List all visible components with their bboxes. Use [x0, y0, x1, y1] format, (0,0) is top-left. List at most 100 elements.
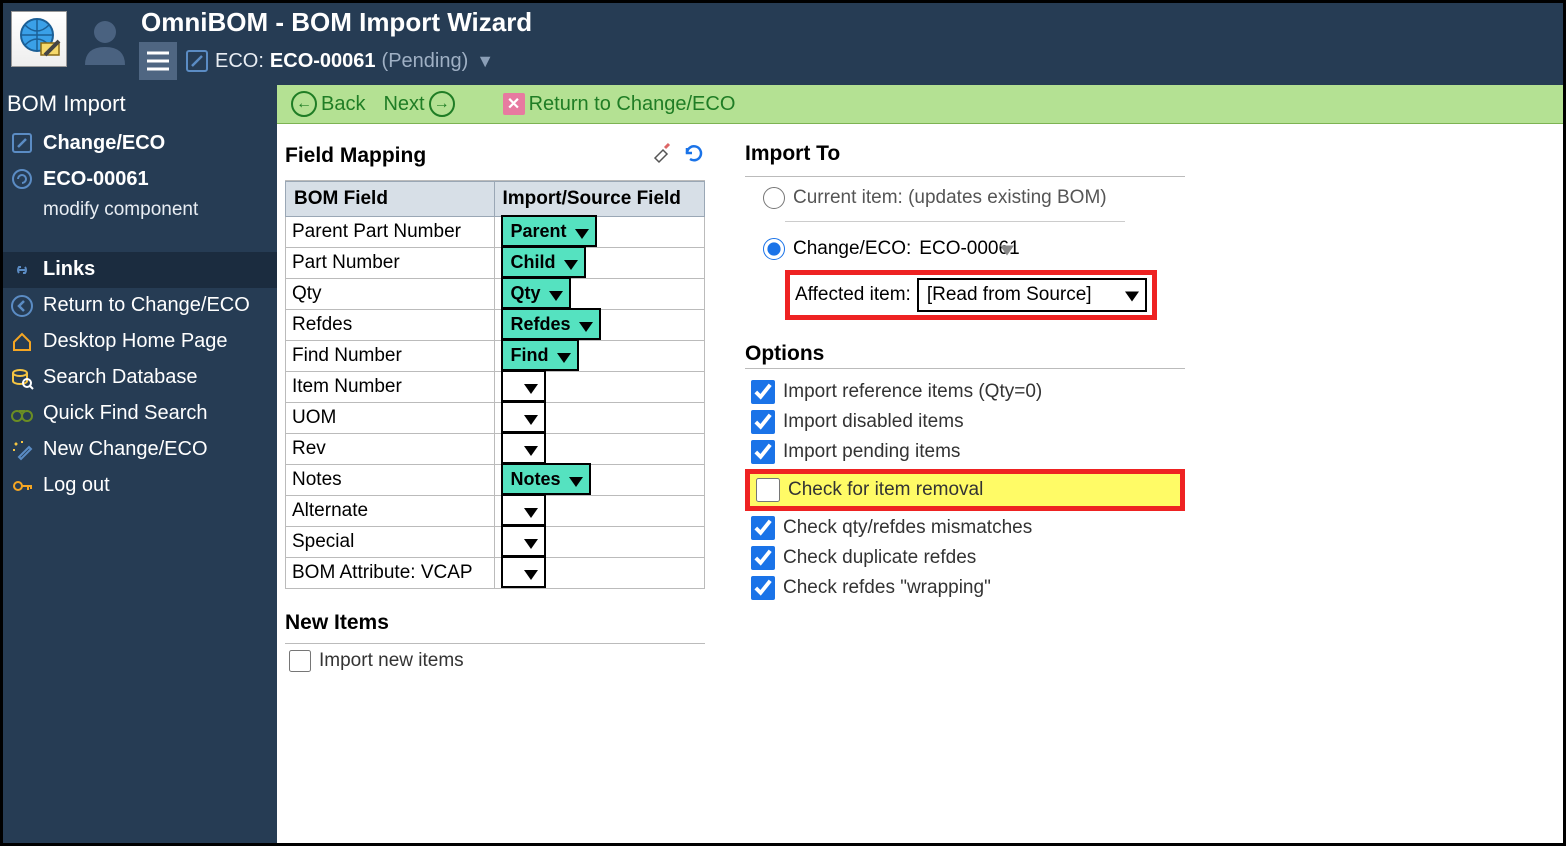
- source-field-cell: [494, 403, 705, 434]
- opt-item-removal-highlight: Check for item removal: [745, 469, 1185, 511]
- sidebar-item-label: Links: [43, 258, 95, 281]
- app-logo-icon: [11, 11, 67, 67]
- sidebar-item-label: ECO-00061: [43, 168, 149, 191]
- col-bom-field: BOM Field: [286, 182, 495, 217]
- back-arrow-icon: [9, 293, 35, 319]
- options-header: Options: [745, 324, 1185, 369]
- sidebar-item-label: Quick Find Search: [43, 402, 208, 425]
- source-field-select[interactable]: [501, 401, 546, 433]
- bom-field-cell: Parent Part Number: [286, 217, 495, 248]
- back-button[interactable]: ←Back: [287, 89, 369, 119]
- change-eco-select[interactable]: ECO-00061: [919, 238, 1019, 260]
- table-row: Alternate: [286, 496, 705, 527]
- toolbar: ←Back Next→ ✕Return to Change/ECO: [277, 85, 1563, 124]
- import-to-header: Import To: [745, 136, 1185, 177]
- link-icon: [9, 257, 35, 283]
- bom-field-cell: Part Number: [286, 248, 495, 279]
- source-field-select[interactable]: [501, 494, 546, 526]
- bom-field-cell: BOM Attribute: VCAP: [286, 558, 495, 589]
- eraser-icon[interactable]: [651, 142, 673, 170]
- source-field-select[interactable]: [501, 556, 546, 588]
- chevron-down-icon[interactable]: ▼: [476, 51, 494, 72]
- user-icon[interactable]: [79, 15, 131, 67]
- bom-field-cell: Item Number: [286, 372, 495, 403]
- eco-value: ECO-00061: [270, 50, 376, 73]
- return-button[interactable]: ✕Return to Change/ECO: [499, 91, 740, 118]
- sidebar-item-change-eco[interactable]: Change/ECO: [3, 125, 277, 161]
- affected-item-select[interactable]: [Read from Source]: [917, 278, 1147, 312]
- import-new-items-checkbox[interactable]: Import new items: [285, 644, 705, 672]
- source-field-select[interactable]: [501, 525, 546, 557]
- source-field-cell: [494, 496, 705, 527]
- source-field-cell: Parent: [494, 217, 705, 248]
- sidebar-item-return[interactable]: Return to Change/ECO: [3, 288, 277, 324]
- sidebar-title: BOM Import: [3, 85, 277, 125]
- source-field-cell: Notes: [494, 465, 705, 496]
- binoculars-icon: [9, 401, 35, 427]
- opt-item-removal[interactable]: Check for item removal: [756, 478, 1174, 502]
- opt-refdes-wrapping[interactable]: Check refdes "wrapping": [745, 573, 1185, 603]
- app-title: OmniBOM - BOM Import Wizard: [135, 7, 532, 38]
- titlebar: OmniBOM - BOM Import Wizard ECO: ECO-000…: [3, 3, 1563, 85]
- new-items-header: New Items: [285, 597, 705, 644]
- bom-field-cell: Qty: [286, 279, 495, 310]
- source-field-cell: [494, 527, 705, 558]
- sidebar-item-new-change[interactable]: New Change/ECO: [3, 432, 277, 468]
- table-row: Find NumberFind: [286, 341, 705, 372]
- sidebar-item-quick-find[interactable]: Quick Find Search: [3, 396, 277, 432]
- eco-status: (Pending): [382, 50, 469, 73]
- source-field-select[interactable]: Refdes: [501, 308, 601, 340]
- edit-icon: [185, 49, 209, 73]
- sidebar-item-label: Search Database: [43, 366, 198, 389]
- sidebar-item-logout[interactable]: Log out: [3, 468, 277, 504]
- opt-qty-refdes[interactable]: Check qty/refdes mismatches: [745, 513, 1185, 543]
- next-button[interactable]: Next→: [379, 89, 458, 119]
- table-row: Rev: [286, 434, 705, 465]
- sidebar-item-label: Desktop Home Page: [43, 330, 228, 353]
- menu-icon[interactable]: [139, 42, 177, 80]
- key-icon: [9, 473, 35, 499]
- edit-icon: [9, 130, 35, 156]
- circle-arrow-icon: [9, 166, 35, 192]
- table-row: QtyQty: [286, 279, 705, 310]
- sidebar-item-label: Change/ECO: [43, 132, 165, 155]
- table-row: Parent Part NumberParent: [286, 217, 705, 248]
- col-import-field: Import/Source Field: [494, 182, 705, 217]
- opt-dup-refdes[interactable]: Check duplicate refdes: [745, 543, 1185, 573]
- table-row: BOM Attribute: VCAP: [286, 558, 705, 589]
- sidebar-item-label: Log out: [43, 474, 110, 497]
- bom-field-cell: UOM: [286, 403, 495, 434]
- source-field-select[interactable]: [501, 432, 546, 464]
- source-field-cell: Child: [494, 248, 705, 279]
- bom-field-cell: Refdes: [286, 310, 495, 341]
- source-field-select[interactable]: Parent: [501, 215, 597, 247]
- sparkle-edit-icon: [9, 437, 35, 463]
- source-field-select[interactable]: Notes: [501, 463, 591, 495]
- opt-pending-items[interactable]: Import pending items: [745, 437, 1185, 467]
- affected-item-highlight: Affected item: [Read from Source]: [785, 270, 1157, 320]
- source-field-cell: Qty: [494, 279, 705, 310]
- source-field-cell: Find: [494, 341, 705, 372]
- field-mapping-table: BOM Field Import/Source Field Parent Par…: [285, 181, 705, 589]
- content-area: ←Back Next→ ✕Return to Change/ECO Field …: [277, 85, 1563, 843]
- source-field-select[interactable]: Child: [501, 246, 586, 278]
- bom-field-cell: Alternate: [286, 496, 495, 527]
- field-mapping-header: Field Mapping: [285, 136, 705, 181]
- sidebar-item-eco[interactable]: ECO-00061: [3, 161, 277, 197]
- sidebar-item-links[interactable]: Links: [3, 252, 277, 288]
- bom-field-cell: Notes: [286, 465, 495, 496]
- opt-disabled-items[interactable]: Import disabled items: [745, 407, 1185, 437]
- table-row: Item Number: [286, 372, 705, 403]
- refresh-icon[interactable]: [683, 142, 705, 170]
- opt-reference-items[interactable]: Import reference items (Qty=0): [745, 377, 1185, 407]
- sidebar-item-desktop[interactable]: Desktop Home Page: [3, 324, 277, 360]
- radio-current-item[interactable]: Current item: (updates existing BOM): [745, 177, 1185, 215]
- sidebar-item-search[interactable]: Search Database: [3, 360, 277, 396]
- source-field-select[interactable]: Find: [501, 339, 579, 371]
- table-row: UOM: [286, 403, 705, 434]
- sidebar-item-label: Return to Change/ECO: [43, 294, 250, 317]
- source-field-select[interactable]: Qty: [501, 277, 571, 309]
- close-x-icon: ✕: [503, 93, 525, 115]
- radio-change-eco[interactable]: Change/ECO: ECO-00061: [745, 228, 1185, 266]
- source-field-select[interactable]: [501, 370, 546, 402]
